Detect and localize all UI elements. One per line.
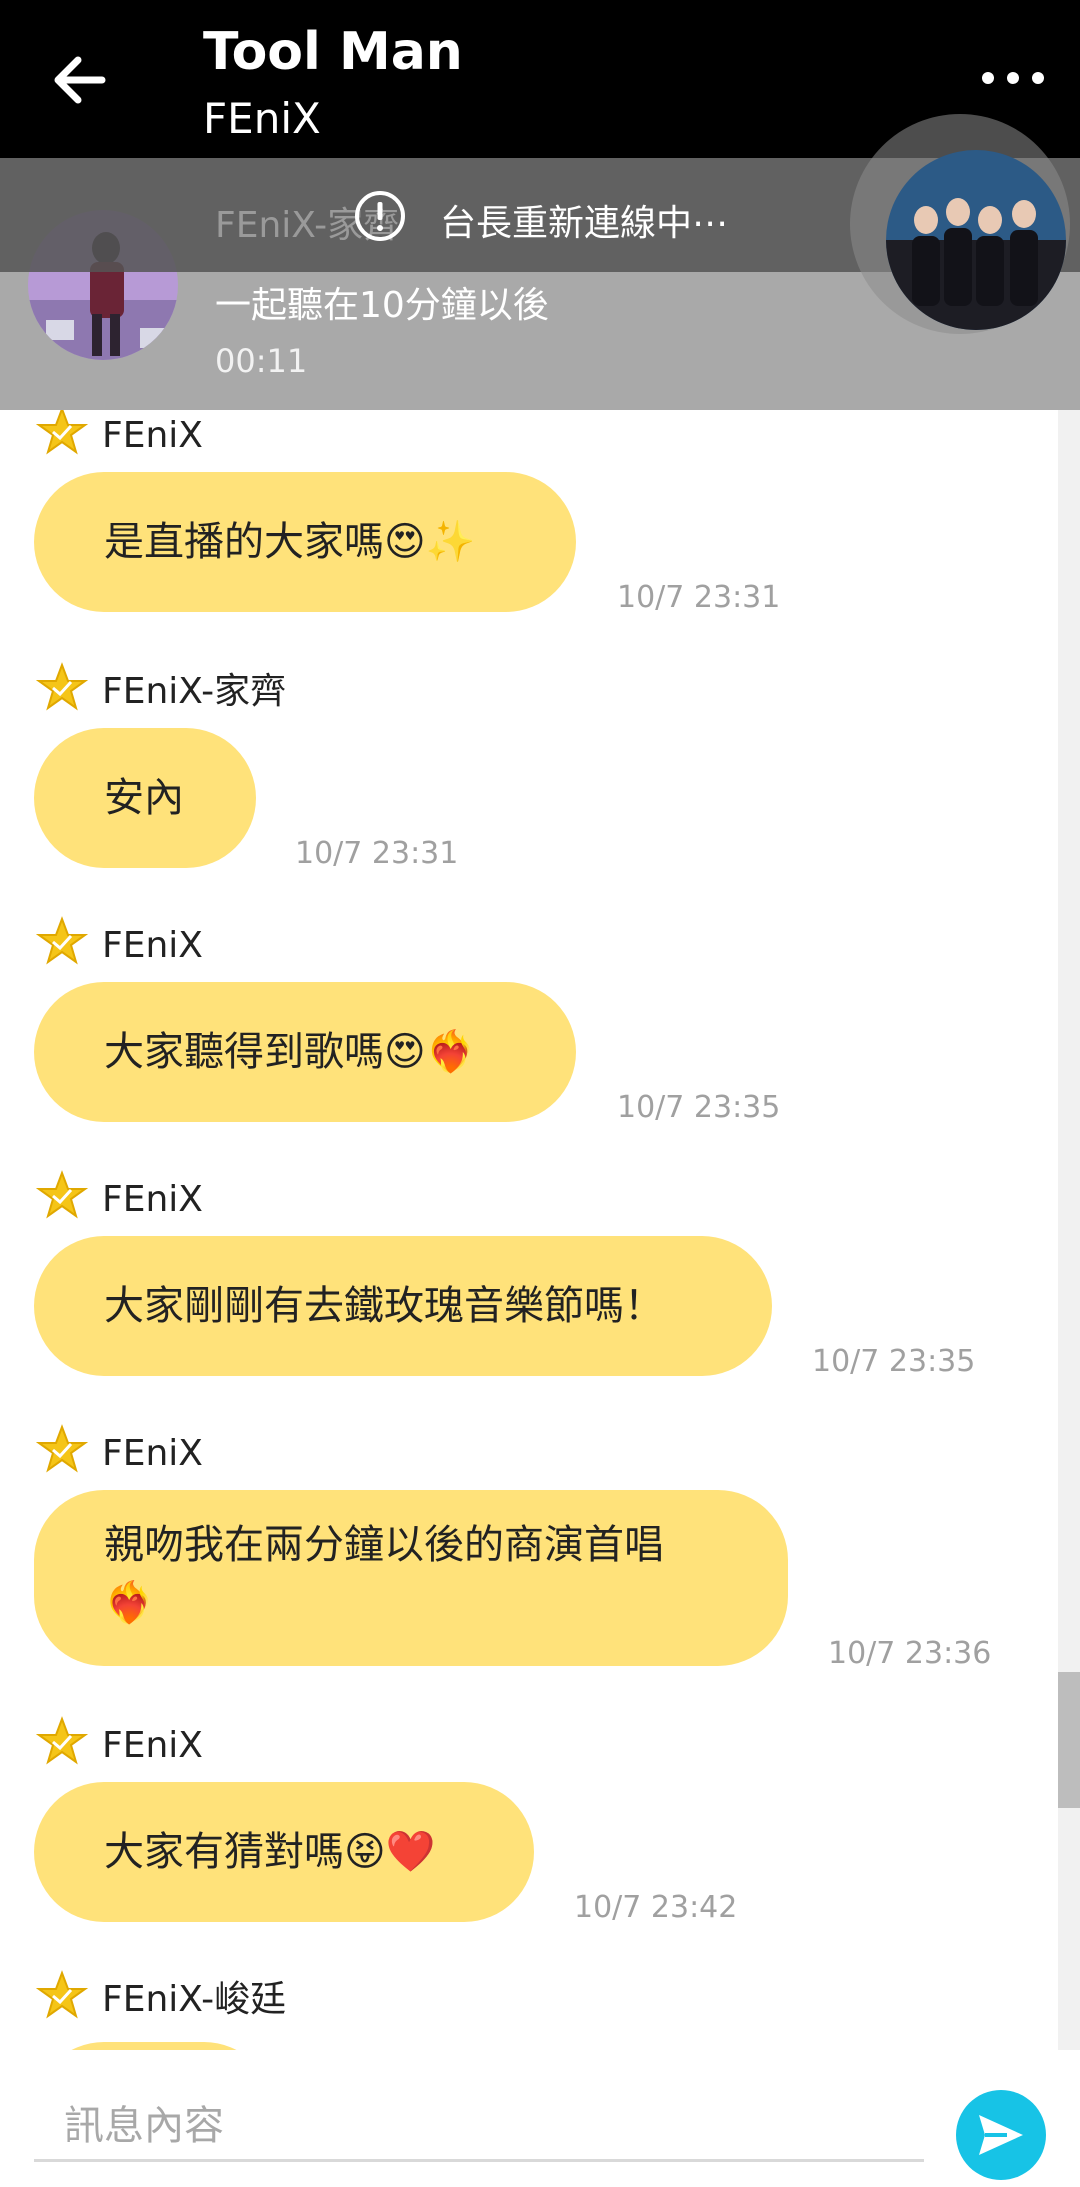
message-sender: FEniX [102, 415, 203, 456]
message-bubble[interactable]: 安內 [34, 728, 256, 868]
message-sender: FEniX [102, 1179, 203, 1220]
scrollbar-thumb[interactable] [1058, 1672, 1080, 1808]
message-sender: FEniX [102, 1433, 203, 1474]
message-time: 10/7 23:31 [617, 580, 781, 615]
message-bubble[interactable]: 大家剛剛有去鐵玫瑰音樂節嗎！ [34, 1236, 772, 1376]
message-sender: FEniX-峻廷 [102, 1979, 287, 2020]
verified-star-icon [36, 916, 88, 965]
message-bubble[interactable] [34, 2042, 274, 2050]
message-time: 10/7 23:42 [574, 1890, 738, 1925]
chat-subtitle: FEniX [203, 94, 321, 143]
verified-star-icon [36, 1716, 88, 1765]
send-button[interactable] [956, 2090, 1046, 2180]
chat-message-list[interactable]: FEniX 是直播的大家嗎😍✨ 10/7 23:31 FEniX-家齊 安內 1… [0, 410, 1080, 2050]
message-bubble[interactable]: 大家有猜對嗎😝❤️ [34, 1782, 534, 1922]
back-button[interactable] [40, 40, 120, 120]
message-bubble[interactable]: 親吻我在兩分鐘以後的商演首唱❤️‍🔥 [34, 1490, 788, 1666]
message-sender: FEniX [102, 925, 203, 966]
more-options-button[interactable] [968, 48, 1058, 108]
message-time: 10/7 23:35 [812, 1344, 976, 1379]
message-input[interactable] [34, 2092, 924, 2162]
message-bubble[interactable]: 大家聽得到歌嗎😍❤️‍🔥 [34, 982, 576, 1122]
listen-together-info: 一起聽在10分鐘以後 [215, 285, 549, 326]
verified-star-icon [36, 1170, 88, 1219]
chat-title: Tool Man [203, 22, 463, 82]
message-bubble[interactable]: 是直播的大家嗎😍✨ [34, 472, 576, 612]
verified-star-icon [36, 410, 88, 455]
more-dots-icon [982, 72, 1044, 84]
send-paper-plane-icon [979, 2115, 1023, 2155]
album-disc[interactable] [886, 150, 1066, 330]
elapsed-time: 00:11 [215, 342, 308, 380]
message-composer [0, 2050, 1080, 2187]
message-sender: FEniX-家齊 [102, 671, 287, 712]
now-playing-panel[interactable]: FEniX-家齊 台長重新連線中⋯ 一起聽在10分鐘以後 00:11 [0, 114, 1080, 410]
verified-star-icon [36, 1970, 88, 2019]
arrow-left-icon [54, 56, 106, 104]
verified-star-icon [36, 1424, 88, 1473]
verified-star-icon [36, 662, 88, 711]
message-time: 10/7 23:31 [295, 836, 459, 871]
exclamation-circle-icon [352, 188, 408, 244]
reconnect-message: 台長重新連線中⋯ [440, 203, 729, 244]
message-sender: FEniX [102, 1725, 203, 1766]
message-time: 10/7 23:36 [828, 1636, 992, 1671]
message-time: 10/7 23:35 [617, 1090, 781, 1125]
